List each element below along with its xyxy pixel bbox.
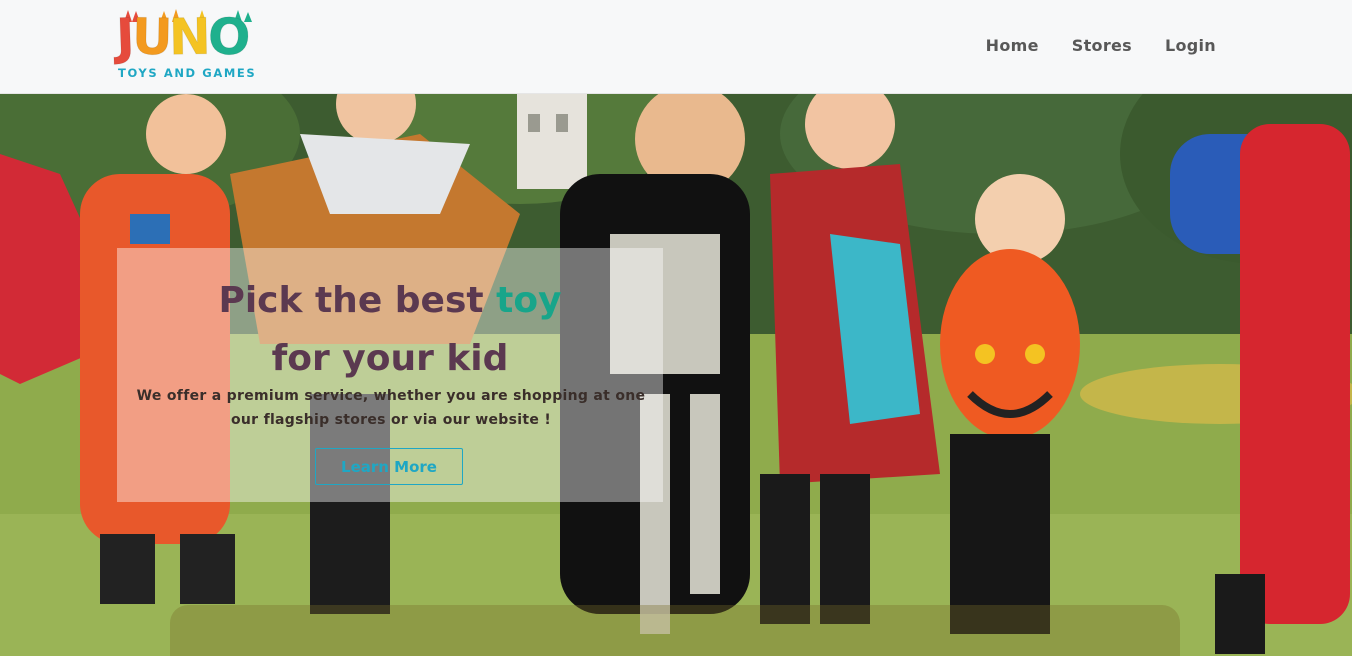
nav-login-link[interactable]: Login	[1165, 36, 1216, 55]
headline-line2: for your kid	[271, 338, 509, 379]
learn-more-button[interactable]: Learn More	[315, 448, 463, 485]
nav-stores-link[interactable]: Stores	[1072, 36, 1132, 55]
hero-overlay-box: Pick the best toy for your kid We offer …	[117, 248, 663, 502]
hero-headline: Pick the best toy for your kid	[117, 272, 663, 388]
logo-wordmark: J U N O	[114, 7, 250, 67]
bottom-overlay-strip	[170, 605, 1180, 656]
logo-letter-n: N	[168, 7, 209, 67]
hero-subtext: We offer a premium service, whether you …	[136, 388, 646, 428]
hero-section: Pick the best toy for your kid We offer …	[0, 94, 1352, 656]
navbar: J U N O TOYS AND GAMES Home Stores Login	[0, 0, 1352, 94]
logo-tagline: TOYS AND GAMES	[118, 66, 257, 80]
main-nav: Home Stores Login	[986, 36, 1216, 55]
logo-letter-u: U	[131, 7, 171, 67]
juno-logo[interactable]: J U N O TOYS AND GAMES	[114, 7, 264, 82]
page: J U N O TOYS AND GAMES Home Stores Login	[0, 0, 1352, 656]
nav-home-link[interactable]: Home	[986, 36, 1039, 55]
headline-part1: Pick the best	[218, 280, 497, 321]
headline-accent: toy	[496, 280, 562, 321]
logo-letter-o: O	[207, 7, 250, 67]
logo-letter-j: J	[114, 7, 133, 67]
